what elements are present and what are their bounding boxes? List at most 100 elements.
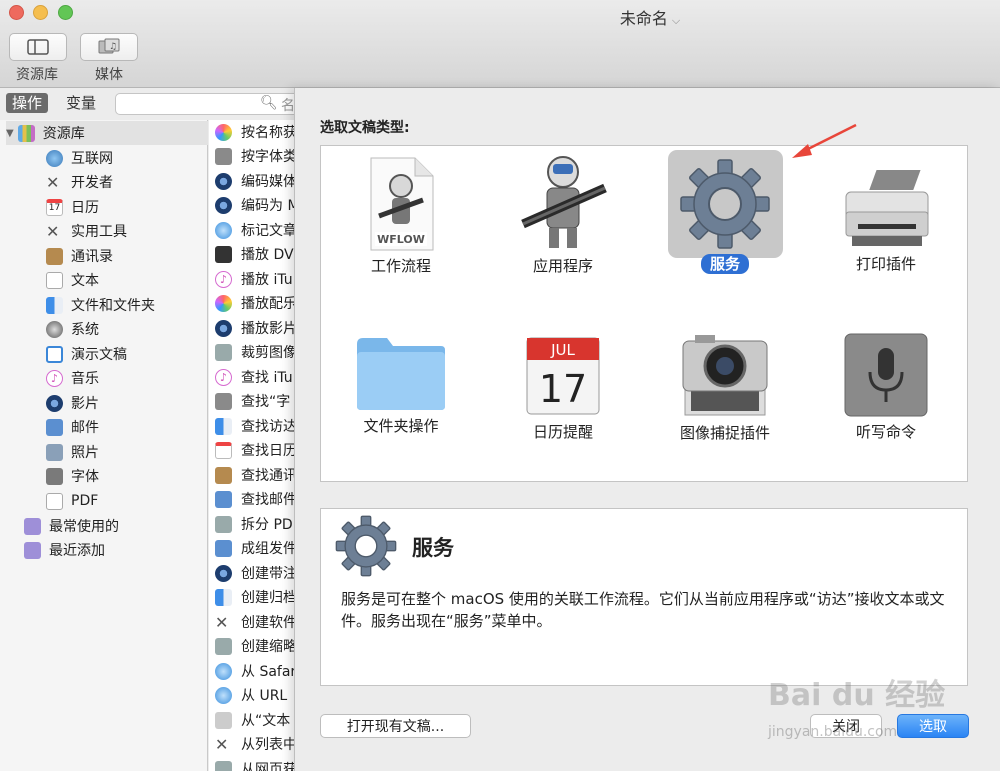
action-label: 查找访达	[241, 419, 297, 435]
sidebar-item-mail[interactable]: 邮件	[46, 415, 99, 439]
tools-icon: ✕	[215, 734, 229, 754]
doc-type-service[interactable]: 服务	[645, 158, 805, 274]
mail-icon	[215, 490, 232, 508]
photos-icon	[215, 123, 232, 141]
tab-variables[interactable]: 变量	[60, 93, 102, 113]
list-item[interactable]: 按字体类	[215, 144, 297, 168]
list-item[interactable]: 播放配乐	[215, 291, 297, 315]
doc-type-label: 打印插件	[855, 255, 916, 273]
actions-list[interactable]: 按名称获 按字体类 编码媒体 编码为 M 标记文章 播放 DV ♪ 播放 iTu …	[209, 120, 300, 771]
list-item[interactable]: 从“文本	[215, 708, 290, 732]
utilities-icon: ✕	[46, 221, 60, 241]
list-item[interactable]: 从 Safar	[215, 659, 296, 683]
doc-type-print-plugin[interactable]: 打印插件	[806, 166, 966, 274]
list-item[interactable]: 标记文章	[215, 218, 297, 242]
list-item[interactable]: 创建归档	[215, 585, 297, 609]
svg-text:JUL: JUL	[550, 341, 575, 359]
doc-type-label: 图像捕捉插件	[679, 424, 770, 442]
sidebar-item-label: 实用工具	[71, 224, 127, 240]
disclosure-triangle-icon[interactable]: ▼	[6, 128, 14, 139]
doc-type-folder-action[interactable]: 文件夹操作	[321, 334, 481, 436]
search-input[interactable]: 🔍︎ 名	[115, 93, 300, 115]
sidebar-item-label: 文件和文件夹	[71, 298, 155, 314]
list-item[interactable]: 查找邮件	[215, 487, 297, 511]
sidebar-item-utilities[interactable]: ✕ 实用工具	[46, 219, 127, 243]
sidebar-item-recently-added[interactable]: 最近添加	[24, 538, 105, 562]
choose-button[interactable]: 选取	[897, 714, 969, 738]
media-button[interactable]: ♫	[80, 33, 138, 61]
sidebar-item-files-folders[interactable]: 文件和文件夹	[46, 293, 155, 317]
sidebar-item-most-used[interactable]: 最常使用的	[24, 514, 119, 538]
list-item[interactable]: 编码为 M	[215, 193, 300, 217]
list-item[interactable]: 查找通讯	[215, 463, 297, 487]
action-label: 裁剪图像	[241, 345, 297, 361]
sidebar-item-contacts[interactable]: 通讯录	[46, 244, 113, 268]
list-item[interactable]: 拆分 PD	[215, 512, 293, 536]
sidebar-item-pdf[interactable]: PDF	[46, 489, 98, 513]
list-item[interactable]: 创建带注	[215, 561, 297, 585]
list-item[interactable]: 查找日历	[215, 438, 297, 462]
sidebar-item-text[interactable]: 文本	[46, 268, 99, 292]
sidebar-item-label: 通讯录	[71, 249, 113, 265]
dvd-icon	[215, 245, 232, 263]
sidebar-item-music[interactable]: ♪ 音乐	[46, 366, 99, 390]
quicktime-icon	[46, 394, 63, 412]
list-item[interactable]: 成组发件	[215, 536, 297, 560]
action-label: 从 URL	[241, 688, 288, 704]
library-list[interactable]: ▼ 资源库 互联网 ✕ 开发者 17 日历 ✕ 实用工具 通讯录 文本 文件和文件夹 …	[0, 120, 208, 771]
safari-icon	[215, 662, 232, 680]
action-label: 从 Safar	[241, 664, 297, 680]
sidebar-item-developer[interactable]: ✕ 开发者	[46, 170, 113, 194]
title-bar: 未命名 ⌵ ♫ 资源库 媒体	[0, 0, 1000, 88]
list-item[interactable]: 创建缩略	[215, 634, 297, 658]
action-label: 查找邮件	[241, 492, 297, 508]
font-icon	[215, 147, 232, 165]
action-label: 标记文章	[241, 223, 297, 239]
thumbnail-icon	[215, 637, 232, 655]
smart-folder-icon	[24, 541, 41, 559]
list-item[interactable]: 播放影片	[215, 316, 297, 340]
doc-type-calendar-alarm[interactable]: JUL 17 日历提醒	[483, 334, 643, 442]
library-toggle-button[interactable]	[9, 33, 67, 61]
doc-type-dictation-command[interactable]: 听写命令	[806, 332, 966, 442]
sidebar-item-system[interactable]: 系统	[46, 317, 99, 341]
description-text: 服务是可在整个 macOS 使用的关联工作流程。它们从当前应用程序或“访达”接收…	[341, 590, 945, 630]
sidebar-item-calendar[interactable]: 17 日历	[46, 195, 99, 219]
list-item[interactable]: 查找“字	[215, 389, 290, 413]
sidebar-item-label: 最常使用的	[49, 519, 119, 535]
list-item[interactable]: 裁剪图像	[215, 340, 297, 364]
open-existing-document-button[interactable]: 打开现有文稿...	[320, 714, 471, 738]
font-icon	[215, 392, 232, 410]
action-label: 创建归档	[241, 590, 297, 606]
list-item[interactable]: 从网页获得链接 URL	[215, 757, 300, 771]
list-item[interactable]: 从 URL	[215, 683, 287, 707]
list-item[interactable]: 编码媒体	[215, 169, 297, 193]
sidebar-item-movies[interactable]: 影片	[46, 391, 99, 415]
annotation-arrow-icon	[792, 123, 857, 158]
action-label: 从网页获得链接 URL	[241, 762, 300, 771]
quicktime-icon	[215, 564, 232, 582]
sidebar-item-fonts[interactable]: 字体	[46, 464, 99, 488]
doc-type-image-capture-plugin[interactable]: 图像捕捉插件	[645, 331, 805, 443]
list-item[interactable]: ♪ 查找 iTu	[215, 365, 293, 389]
library-root[interactable]: ▼ 资源库	[6, 121, 208, 145]
library-root-label: 资源库	[42, 126, 85, 142]
tab-actions[interactable]: 操作	[6, 93, 49, 113]
gear-icon	[335, 515, 397, 577]
list-item[interactable]: 按名称获	[215, 120, 297, 144]
list-item[interactable]: ✕ 从列表中	[215, 732, 297, 756]
sidebar-item-presentations[interactable]: 演示文稿	[46, 342, 127, 366]
action-label: 创建带注	[241, 566, 297, 582]
list-item[interactable]: 查找访达	[215, 414, 297, 438]
list-item[interactable]: ✕ 创建软件	[215, 610, 297, 634]
sidebar-item-label: 影片	[71, 396, 99, 412]
doc-type-label: 工作流程	[370, 257, 431, 275]
list-item[interactable]: 播放 DV	[215, 242, 294, 266]
pdf-icon	[215, 515, 232, 533]
doc-type-workflow[interactable]: WFLOW 工作流程	[321, 156, 481, 276]
list-item[interactable]: ♪ 播放 iTu	[215, 267, 293, 291]
sidebar-item-photos[interactable]: 照片	[46, 440, 99, 464]
doc-type-application[interactable]: 应用程序	[483, 154, 643, 276]
sidebar-item-internet[interactable]: 互联网	[46, 146, 113, 170]
window-title[interactable]: 未命名 ⌵	[0, 5, 1000, 29]
